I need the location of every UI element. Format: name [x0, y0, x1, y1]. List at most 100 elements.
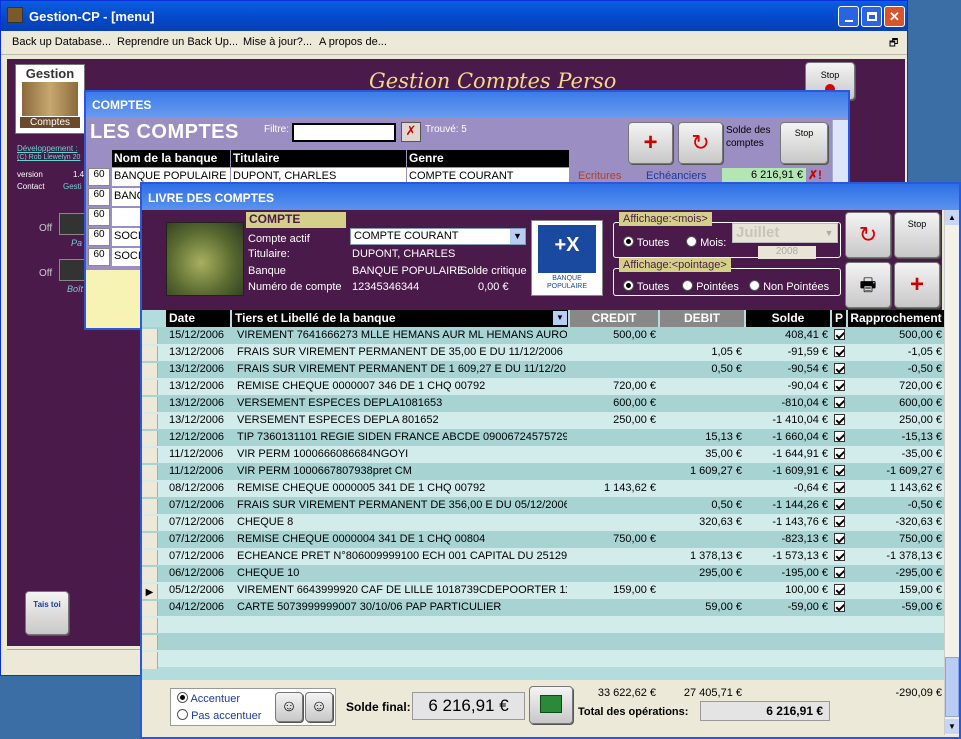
table-row[interactable]: 12/12/2006 TIP 7360131101 REGIE SIDEN FRA…	[142, 429, 944, 448]
row-selector[interactable]	[142, 652, 158, 669]
menu-restore[interactable]: Reprendre un Back Up...	[117, 36, 238, 48]
cell-solde: 100,00 €	[785, 584, 828, 596]
pointage-checkbox[interactable]	[834, 533, 845, 544]
glasses-icon[interactable]: 60	[88, 248, 110, 266]
comptes-row-bank[interactable]: BANQ	[112, 188, 145, 206]
pointage-checkbox[interactable]	[834, 346, 845, 357]
echeanciers-button[interactable]: Echéanciers	[646, 170, 707, 182]
menu-update[interactable]: Mise à jour?...	[243, 36, 312, 48]
comptes-row-bank[interactable]	[112, 208, 142, 226]
print-button[interactable]: 🖶	[845, 262, 891, 308]
pointage-checkbox[interactable]	[834, 363, 845, 374]
pointage-checkbox[interactable]	[834, 465, 845, 476]
table-row[interactable]: 07/12/2006 ECHEANCE PRET N°806009999100 E…	[142, 548, 944, 567]
menu-backup[interactable]: Back up Database...	[12, 36, 111, 48]
pointage-checkbox[interactable]	[834, 550, 845, 561]
sound-toggle-1[interactable]	[59, 213, 87, 235]
table-row[interactable]: 11/12/2006 VIR PERM 1000667807938pret CM 1…	[142, 463, 944, 482]
radio-pas-accentuer-dot[interactable]	[177, 709, 188, 720]
radio-toutes-mois-dot[interactable]	[623, 236, 634, 247]
month-select[interactable]: Juillet ▼	[732, 223, 838, 243]
table-row[interactable]: 13/12/2006 REMISE CHEQUE 0000007 346 DE 1…	[142, 378, 944, 397]
radio-accentuer-dot[interactable]	[177, 692, 188, 703]
radio-pointees-dot[interactable]	[682, 280, 693, 291]
comptes-row-bank[interactable]: SOCI	[112, 248, 142, 266]
radio-non-pointees[interactable]: Non Pointées	[749, 280, 829, 293]
clear-filter-button[interactable]: ✗	[401, 122, 421, 142]
main-title-bar[interactable]: Gestion-CP - [menu] ✕	[1, 1, 907, 31]
add-account-button[interactable]: +	[628, 122, 673, 164]
glasses-icon[interactable]: 60	[88, 228, 110, 246]
scroll-down-icon[interactable]: ▼	[945, 719, 959, 734]
sound-toggle-2[interactable]	[59, 259, 87, 281]
glasses-icon[interactable]: 60	[88, 168, 110, 186]
delete-account-icon[interactable]: ✗!	[808, 168, 822, 182]
comptes-row-bank[interactable]: SOCI	[112, 228, 142, 246]
pointage-checkbox[interactable]	[834, 482, 845, 493]
glasses-icon[interactable]: 60	[88, 188, 110, 206]
livre-stop-button[interactable]: Stop	[894, 212, 940, 258]
pointage-checkbox[interactable]	[834, 414, 845, 425]
livre-refresh-button[interactable]: ↻	[845, 212, 891, 258]
scroll-thumb[interactable]	[945, 657, 959, 717]
table-row[interactable]: 11/12/2006 VIR PERM 1000666086684NGOYI 35,…	[142, 446, 944, 465]
comptes-stop-button[interactable]: Stop	[780, 122, 828, 164]
menu-about[interactable]: A propos de...	[319, 36, 387, 48]
cell-solde: -91,59 €	[787, 346, 828, 358]
table-row[interactable]: 13/12/2006 VERSEMENT ESPECES DEPLA1081653…	[142, 395, 944, 414]
add-operation-button[interactable]: +	[894, 262, 940, 308]
pointage-checkbox[interactable]	[834, 499, 845, 510]
table-row[interactable]: 07/12/2006 FRAIS SUR VIREMENT PERMANENT D…	[142, 497, 944, 516]
pointage-checkbox[interactable]	[834, 380, 845, 391]
chevron-down-icon[interactable]: ▼	[553, 311, 567, 325]
excel-export-button[interactable]	[529, 686, 573, 724]
pointage-checkbox[interactable]	[834, 567, 845, 578]
chevron-down-icon[interactable]: ▼	[510, 229, 525, 244]
scroll-up-icon[interactable]: ▲	[945, 210, 959, 225]
radio-accentuer[interactable]: Accentuer	[177, 692, 240, 705]
restore-window-icon[interactable]: 🗗	[889, 36, 898, 53]
ecritures-button[interactable]: Ecritures	[578, 170, 621, 182]
smiley-button-2[interactable]: ☺	[305, 692, 333, 722]
radio-pointees[interactable]: Pointées	[682, 280, 739, 293]
table-row[interactable]: 07/12/2006 REMISE CHEQUE 0000004 341 DE 1…	[142, 531, 944, 550]
table-row[interactable]: 13/12/2006 FRAIS SUR VIREMENT PERMANENT D…	[142, 361, 944, 380]
table-row[interactable]: 08/12/2006 REMISE CHEQUE 0000005 341 DE 1…	[142, 480, 944, 499]
table-row[interactable]: 15/12/2006 VIREMENT 7641666273 MLLE HEMAN…	[142, 327, 944, 346]
radio-pas-accentuer[interactable]: Pas accentuer	[177, 709, 261, 722]
compte-actif-select[interactable]: COMPTE COURANT ▼	[350, 228, 526, 245]
close-button[interactable]: ✕	[884, 6, 905, 27]
radio-toutes-pointage[interactable]: Toutes	[623, 280, 669, 293]
smiley-button-1[interactable]: ☺	[275, 692, 303, 722]
pointage-checkbox[interactable]	[834, 584, 845, 595]
refresh-accounts-button[interactable]: ↻	[678, 122, 723, 164]
pointage-checkbox[interactable]	[834, 516, 845, 527]
radio-mois[interactable]: Mois:	[686, 236, 726, 249]
chevron-down-icon[interactable]: ▼	[822, 225, 836, 241]
table-row[interactable]: 13/12/2006 FRAIS SUR VIREMENT PERMANENT D…	[142, 344, 944, 363]
pointage-checkbox[interactable]	[834, 431, 845, 442]
table-row[interactable]: 04/12/2006 CARTE 5073999999007 30/10/06 P…	[142, 599, 944, 618]
pointage-checkbox[interactable]	[834, 448, 845, 459]
pointage-checkbox[interactable]	[834, 397, 845, 408]
pointage-checkbox[interactable]	[834, 601, 845, 612]
comptes-title-bar[interactable]: COMPTES	[86, 92, 848, 118]
table-row[interactable]: 06/12/2006 CHEQUE 10 295,00 € -195,00 € -295…	[142, 565, 944, 584]
radio-mois-dot[interactable]	[686, 236, 697, 247]
table-row[interactable]: 13/12/2006 VERSEMENT ESPECES DEPLA 801652…	[142, 412, 944, 431]
radio-toutes-pointage-dot[interactable]	[623, 280, 634, 291]
table-row[interactable]: ▶ 05/12/2006 VIREMENT 6643999920 CAF DE LI…	[142, 582, 944, 601]
radio-toutes-mois[interactable]: Toutes	[623, 236, 669, 249]
livre-title-bar[interactable]: LIVRE DES COMPTES	[142, 184, 959, 210]
year-spinner[interactable]: 2008	[758, 246, 816, 259]
livre-scrollbar[interactable]: ▲ ▼	[944, 210, 959, 735]
glasses-icon[interactable]: 60	[88, 208, 110, 226]
filtre-input[interactable]	[292, 123, 396, 142]
maximize-button[interactable]	[861, 6, 882, 27]
cell-tiers: VERSEMENT ESPECES DEPLA1081653	[237, 397, 443, 409]
tais-toi-button[interactable]: Tais toi	[25, 591, 69, 635]
minimize-button[interactable]	[838, 6, 859, 27]
table-row[interactable]: 07/12/2006 CHEQUE 8 320,63 € -1 143,76 € -32…	[142, 514, 944, 533]
pointage-checkbox[interactable]	[834, 329, 845, 340]
radio-non-pointees-dot[interactable]	[749, 280, 760, 291]
